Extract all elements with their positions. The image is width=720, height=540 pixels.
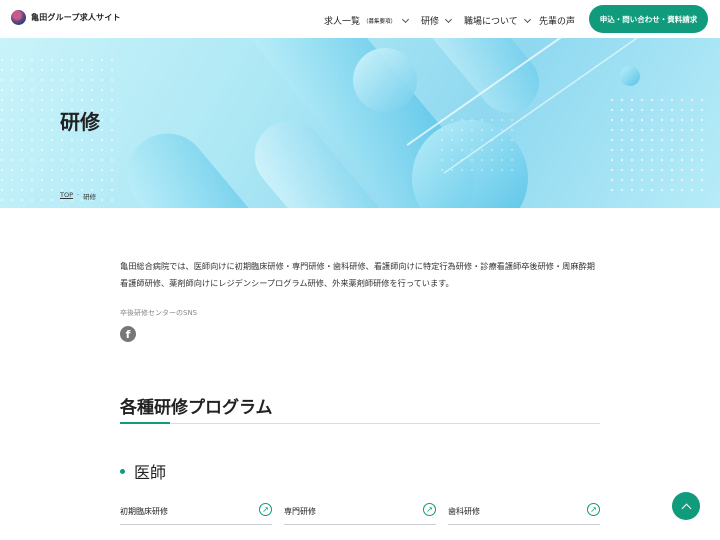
- hero-banner: 研修 TOP · 研修: [0, 38, 720, 208]
- section-divider: [120, 423, 600, 424]
- program-label: 歯科研修: [448, 507, 480, 516]
- breadcrumb-current: 研修: [83, 193, 97, 201]
- section-title: 各種研修プログラム: [120, 398, 273, 418]
- logo-mark-icon: [11, 10, 26, 25]
- nav-voices-label: 先輩の声: [539, 17, 576, 27]
- nav-jobs-sub: （募集要項）: [363, 18, 397, 25]
- subsection-title: 医師: [134, 463, 167, 482]
- program-link-dental[interactable]: 歯科研修 ↗: [448, 500, 600, 525]
- sns-label: 卒後研修センターのSNS: [120, 309, 198, 317]
- site-name: 亀田グループ求人サイト: [31, 13, 121, 22]
- apply-contact-button[interactable]: 申込・問い合わせ・資料請求: [589, 5, 708, 33]
- chevron-up-icon: [681, 503, 691, 513]
- nav-workplace-label: 職場について: [464, 17, 518, 27]
- nav-item-voices[interactable]: 先輩の声: [539, 14, 575, 27]
- nav-training-label: 研修: [421, 17, 440, 27]
- section-divider-accent: [120, 422, 170, 424]
- arrow-up-right-icon: ↗: [587, 503, 600, 516]
- chevron-down-icon: [523, 15, 531, 23]
- subsection-heading: 医師: [120, 459, 166, 483]
- program-link-specialty[interactable]: 専門研修 ↗: [284, 500, 436, 525]
- hero-background-graphic: [0, 38, 710, 208]
- site-header: 亀田グループ求人サイト 求人一覧 （募集要項） 研修 職場について 先輩の声 申…: [0, 0, 720, 38]
- nav-item-training[interactable]: 研修: [421, 14, 453, 27]
- nav-item-workplace[interactable]: 職場について: [464, 14, 531, 27]
- breadcrumb-top-link[interactable]: TOP: [60, 191, 73, 201]
- bullet-dot-icon: [120, 468, 125, 474]
- program-label: 初期臨床研修: [120, 507, 168, 516]
- arrow-up-right-icon: ↗: [259, 503, 272, 516]
- program-label: 専門研修: [284, 507, 316, 516]
- arrow-up-right-icon: ↗: [423, 503, 436, 516]
- site-logo[interactable]: 亀田グループ求人サイト: [11, 10, 121, 25]
- breadcrumb: TOP · 研修: [60, 191, 96, 201]
- page-top-button[interactable]: [672, 492, 700, 520]
- nav-jobs-label: 求人一覧: [324, 17, 361, 27]
- program-link-initial[interactable]: 初期臨床研修 ↗: [120, 500, 272, 525]
- chevron-down-icon: [401, 15, 410, 23]
- nav-item-jobs[interactable]: 求人一覧 （募集要項）: [324, 14, 410, 27]
- page-title: 研修: [60, 110, 100, 134]
- intro-text: 亀田総合病院では、医師向けに初期臨床研修・専門研修・歯科研修、看護師向けに特定行…: [120, 261, 595, 288]
- breadcrumb-separator: ·: [77, 191, 80, 199]
- chevron-down-icon: [444, 15, 453, 23]
- facebook-icon[interactable]: f: [120, 326, 136, 342]
